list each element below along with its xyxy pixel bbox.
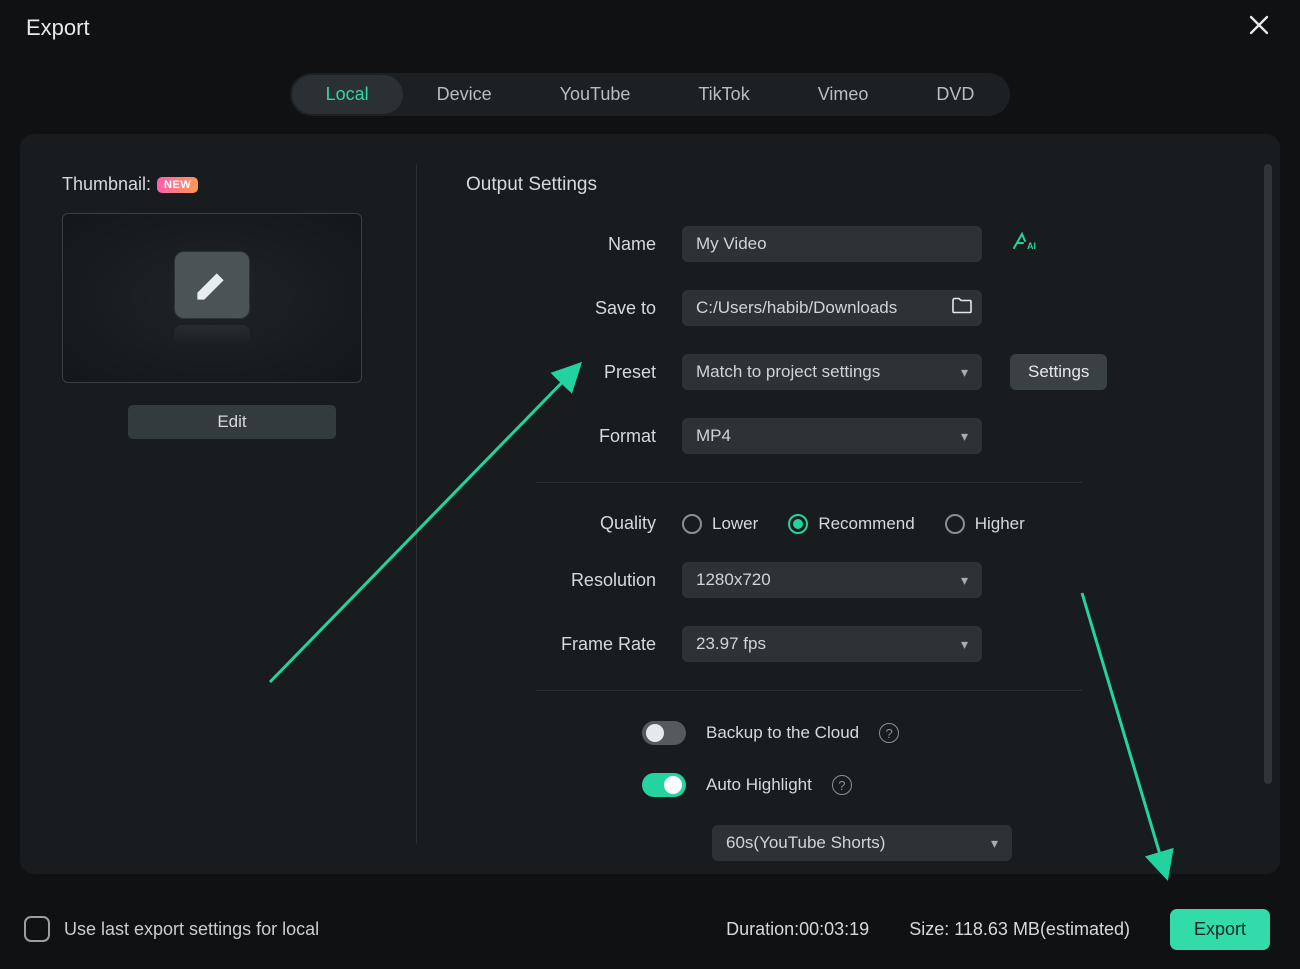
chevron-down-icon: ▾ xyxy=(991,835,998,852)
tab-youtube[interactable]: YouTube xyxy=(526,75,665,114)
divider xyxy=(416,164,417,844)
chevron-down-icon: ▾ xyxy=(961,636,968,653)
auto-highlight-toggle[interactable] xyxy=(642,773,686,797)
export-button[interactable]: Export xyxy=(1170,909,1270,950)
edit-thumbnail-button[interactable]: Edit xyxy=(128,405,336,439)
quality-recommend-radio[interactable]: Recommend xyxy=(788,514,914,534)
name-label: Name xyxy=(466,234,682,255)
close-icon[interactable] xyxy=(1248,14,1270,41)
tab-vimeo[interactable]: Vimeo xyxy=(784,75,903,114)
preset-label: Preset xyxy=(466,362,682,383)
framerate-select[interactable]: 23.97 fps ▾ xyxy=(682,626,982,662)
preset-settings-button[interactable]: Settings xyxy=(1010,354,1107,390)
preset-select[interactable]: Match to project settings ▾ xyxy=(682,354,982,390)
resolution-label: Resolution xyxy=(466,570,682,591)
ai-rename-icon[interactable]: AI xyxy=(1012,232,1040,257)
output-settings-heading: Output Settings xyxy=(466,174,1238,196)
thumbnail-label: Thumbnail: xyxy=(62,174,151,195)
quality-lower-radio[interactable]: Lower xyxy=(682,514,758,534)
duration-info: Duration:00:03:19 xyxy=(726,919,869,940)
saveto-field[interactable] xyxy=(682,290,982,326)
divider xyxy=(536,482,1082,483)
divider xyxy=(536,690,1082,691)
thumbnail-preview[interactable] xyxy=(62,213,362,383)
name-field[interactable] xyxy=(682,226,982,262)
auto-highlight-label: Auto Highlight xyxy=(706,775,812,795)
quality-label: Quality xyxy=(466,513,682,534)
scrollbar[interactable] xyxy=(1264,164,1272,784)
format-select[interactable]: MP4 ▾ xyxy=(682,418,982,454)
backup-cloud-toggle[interactable] xyxy=(642,721,686,745)
help-icon[interactable]: ? xyxy=(832,775,852,795)
tab-dvd[interactable]: DVD xyxy=(902,75,1008,114)
new-badge: NEW xyxy=(157,177,198,193)
backup-cloud-label: Backup to the Cloud xyxy=(706,723,859,743)
tab-tiktok[interactable]: TikTok xyxy=(664,75,783,114)
size-info: Size: 118.63 MB(estimated) xyxy=(909,919,1130,940)
chevron-down-icon: ▾ xyxy=(961,572,968,589)
saveto-label: Save to xyxy=(466,298,682,319)
window-title: Export xyxy=(26,15,90,41)
svg-text:AI: AI xyxy=(1027,241,1036,251)
auto-highlight-preset-select[interactable]: 60s(YouTube Shorts) ▾ xyxy=(712,825,1012,861)
resolution-select[interactable]: 1280x720 ▾ xyxy=(682,562,982,598)
use-last-settings-checkbox[interactable] xyxy=(24,916,50,942)
quality-higher-radio[interactable]: Higher xyxy=(945,514,1025,534)
export-tabs: Local Device YouTube TikTok Vimeo DVD xyxy=(290,73,1011,116)
chevron-down-icon: ▾ xyxy=(961,364,968,381)
folder-icon[interactable] xyxy=(952,298,972,319)
pencil-icon xyxy=(174,251,250,319)
chevron-down-icon: ▾ xyxy=(961,428,968,445)
framerate-label: Frame Rate xyxy=(466,634,682,655)
tab-device[interactable]: Device xyxy=(403,75,526,114)
help-icon[interactable]: ? xyxy=(879,723,899,743)
tab-local[interactable]: Local xyxy=(292,75,403,114)
use-last-settings-label: Use last export settings for local xyxy=(64,919,319,940)
format-label: Format xyxy=(466,426,682,447)
